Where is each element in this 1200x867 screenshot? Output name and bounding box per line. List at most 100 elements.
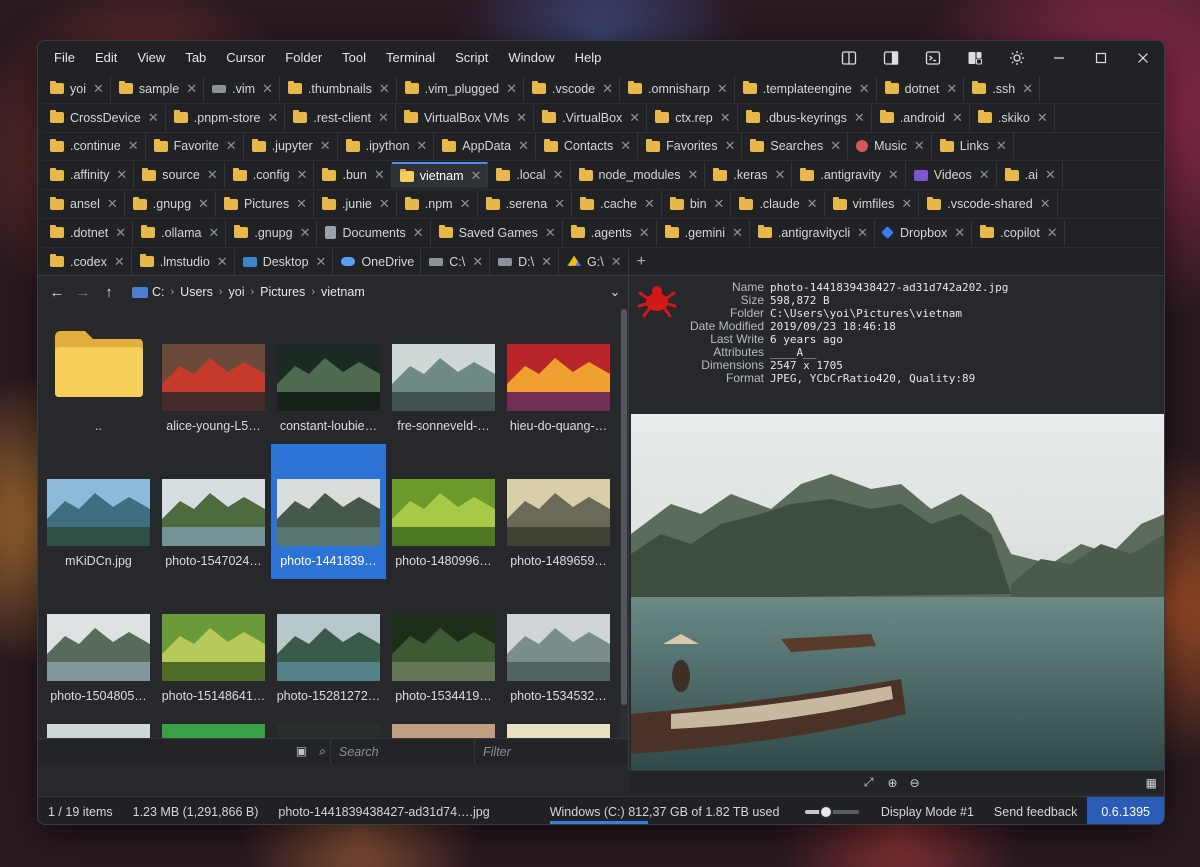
tab-close-icon[interactable]: ✕ [553, 167, 564, 183]
zoom-in-icon[interactable]: ⊕ [888, 776, 898, 790]
maximize-icon[interactable] [1080, 41, 1122, 75]
tab-close-icon[interactable]: ✕ [471, 168, 482, 184]
breadcrumb[interactable]: C: › Users › yoi › Pictures › vietnam [128, 279, 600, 305]
new-tab-button[interactable]: + [629, 249, 654, 275]
tab[interactable]: Searches ✕ [742, 133, 849, 160]
tab[interactable]: Saved Games ✕ [431, 219, 563, 246]
tab-close-icon[interactable]: ✕ [1045, 167, 1056, 183]
tab-close-icon[interactable]: ✕ [297, 167, 308, 183]
scrollbar[interactable] [620, 309, 628, 741]
tab-close-icon[interactable]: ✕ [1037, 110, 1048, 126]
search-filter-icon[interactable]: ⌕ [319, 744, 326, 759]
tab-close-icon[interactable]: ✕ [128, 138, 139, 154]
tab-close-icon[interactable]: ✕ [379, 196, 390, 212]
tab-close-icon[interactable]: ✕ [979, 167, 990, 183]
tab[interactable]: .keras ✕ [705, 162, 793, 189]
tab[interactable]: .ollama ✕ [133, 219, 227, 246]
menu-item-folder[interactable]: Folder [275, 41, 332, 75]
tab-close-icon[interactable]: ✕ [114, 254, 125, 270]
tab[interactable]: ansel ✕ [42, 191, 125, 218]
tab[interactable]: .ipython ✕ [338, 133, 435, 160]
tab-close-icon[interactable]: ✕ [952, 110, 963, 126]
tab[interactable]: .gemini ✕ [657, 219, 750, 246]
tab-close-icon[interactable]: ✕ [207, 167, 218, 183]
tab-close-icon[interactable]: ✕ [611, 254, 622, 270]
breadcrumb-segment[interactable]: yoi [229, 285, 245, 299]
tab-close-icon[interactable]: ✕ [472, 254, 483, 270]
menu-item-terminal[interactable]: Terminal [376, 41, 445, 75]
file-item[interactable]: photo-1534419… [386, 579, 501, 714]
tab[interactable]: node_modules ✕ [571, 162, 706, 189]
tab-close-icon[interactable]: ✕ [198, 196, 209, 212]
menu-item-help[interactable]: Help [565, 41, 612, 75]
tab[interactable]: ctx.rep ✕ [647, 104, 738, 131]
tab[interactable]: .codex ✕ [42, 248, 132, 275]
tab-close-icon[interactable]: ✕ [208, 225, 219, 241]
tab[interactable]: Music ✕ [848, 133, 932, 160]
sidebar-right-icon[interactable] [870, 41, 912, 75]
tab-close-icon[interactable]: ✕ [854, 110, 865, 126]
tab-close-icon[interactable]: ✕ [262, 81, 273, 97]
tab[interactable]: .copilot ✕ [972, 219, 1065, 246]
menu-item-file[interactable]: File [44, 41, 85, 75]
send-feedback-button[interactable]: Send feedback [984, 805, 1087, 819]
theme-icon[interactable] [996, 41, 1038, 75]
tab[interactable]: .ai ✕ [997, 162, 1063, 189]
tab[interactable]: vietnam ✕ [391, 162, 489, 189]
tab-close-icon[interactable]: ✕ [320, 138, 331, 154]
tab[interactable]: yoi ✕ [42, 75, 111, 102]
tab-close-icon[interactable]: ✕ [460, 196, 471, 212]
tab[interactable]: .local ✕ [488, 162, 571, 189]
tab[interactable]: dotnet ✕ [877, 75, 965, 102]
file-item[interactable]: alice-young-L5… [156, 309, 271, 444]
tab[interactable]: vimfiles ✕ [825, 191, 920, 218]
tab[interactable]: .gnupg ✕ [125, 191, 216, 218]
tab-close-icon[interactable]: ✕ [267, 110, 278, 126]
tab[interactable]: .pnpm-store ✕ [166, 104, 286, 131]
tab[interactable]: D:\ ✕ [490, 248, 560, 275]
chevron-down-icon[interactable]: ⌄ [602, 284, 628, 300]
tab-close-icon[interactable]: ✕ [830, 138, 841, 154]
tab-close-icon[interactable]: ✕ [554, 196, 565, 212]
tab-close-icon[interactable]: ✕ [774, 167, 785, 183]
parent-folder[interactable]: .. [41, 309, 156, 444]
menu-item-view[interactable]: View [127, 41, 175, 75]
zoom-slider-knob[interactable] [818, 804, 833, 819]
tab-close-icon[interactable]: ✕ [413, 225, 424, 241]
file-item[interactable]: photo-1547024… [156, 444, 271, 579]
tab-close-icon[interactable]: ✕ [107, 196, 118, 212]
tab[interactable]: Videos ✕ [906, 162, 997, 189]
tab-close-icon[interactable]: ✕ [186, 81, 197, 97]
tab[interactable]: Dropbox ✕ [875, 219, 973, 246]
tab-close-icon[interactable]: ✕ [946, 81, 957, 97]
tab[interactable]: .skiko ✕ [970, 104, 1055, 131]
tab-close-icon[interactable]: ✕ [300, 225, 311, 241]
tab-close-icon[interactable]: ✕ [807, 196, 818, 212]
tab[interactable]: .antigravity ✕ [792, 162, 906, 189]
file-item[interactable]: hieu-do-quang-… [501, 309, 616, 444]
tab[interactable]: .lmstudio ✕ [132, 248, 235, 275]
tab-close-icon[interactable]: ✕ [888, 167, 899, 183]
tab[interactable]: .vscode-shared ✕ [919, 191, 1058, 218]
tab-close-icon[interactable]: ✕ [116, 167, 127, 183]
display-mode-button[interactable]: Display Mode #1 [871, 805, 984, 819]
menu-item-edit[interactable]: Edit [85, 41, 127, 75]
split-vertical-icon[interactable] [828, 41, 870, 75]
tab-close-icon[interactable]: ✕ [859, 81, 870, 97]
tab[interactable]: Favorites ✕ [638, 133, 743, 160]
menu-item-script[interactable]: Script [445, 41, 498, 75]
tab[interactable]: .templateengine ✕ [735, 75, 877, 102]
tab-close-icon[interactable]: ✕ [545, 225, 556, 241]
tab[interactable]: Desktop ✕ [235, 248, 334, 275]
tab[interactable]: .android ✕ [872, 104, 970, 131]
tab[interactable]: .npm ✕ [397, 191, 478, 218]
menu-item-cursor[interactable]: Cursor [216, 41, 275, 75]
tab-close-icon[interactable]: ✕ [217, 254, 228, 270]
up-arrow-icon[interactable]: ↑ [96, 279, 122, 305]
tab[interactable]: bin ✕ [662, 191, 732, 218]
file-item[interactable]: photo-15281272… [271, 579, 386, 714]
tab[interactable]: .vscode ✕ [524, 75, 621, 102]
tab[interactable]: .ssh ✕ [964, 75, 1041, 102]
breadcrumb-segment[interactable]: C: [152, 285, 165, 299]
file-item[interactable]: photo-15148641… [156, 579, 271, 714]
